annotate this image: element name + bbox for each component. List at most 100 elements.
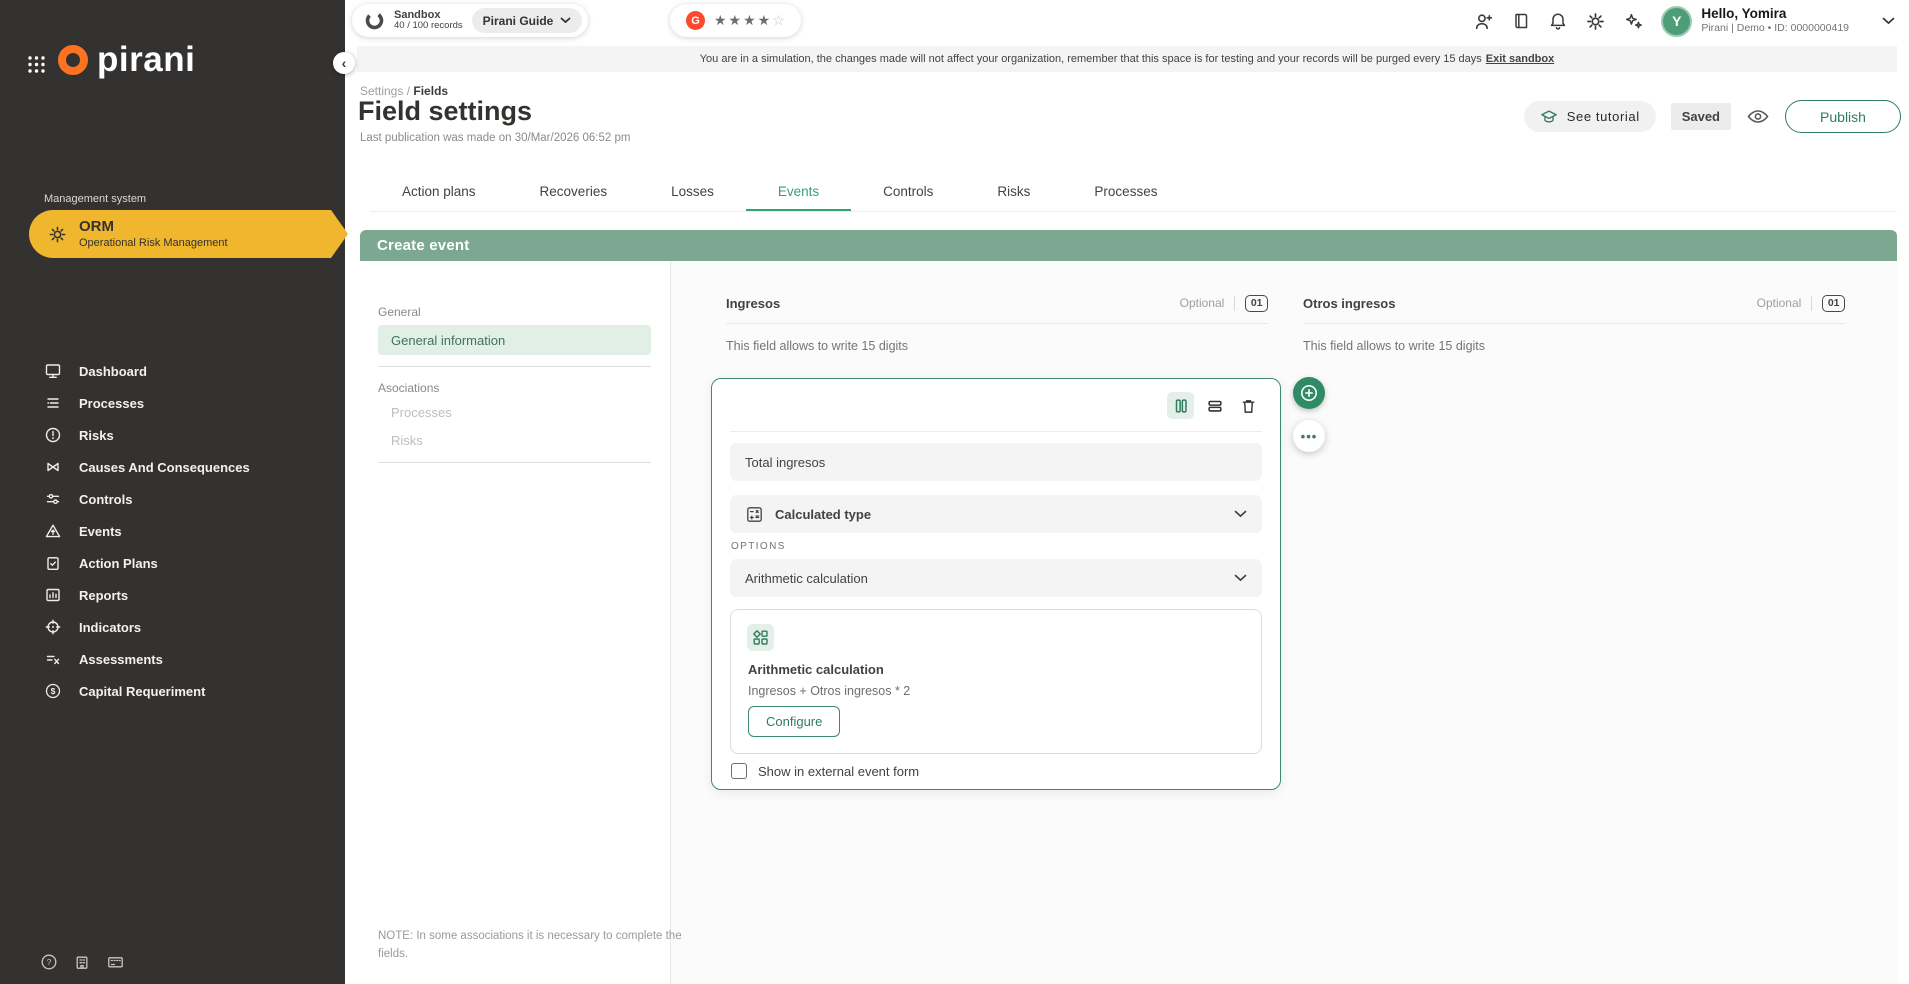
sidebar-footer: ?	[40, 953, 125, 971]
sandbox-status-pill: Sandbox 40 / 100 records Pirani Guide	[352, 4, 588, 37]
tab-controls[interactable]: Controls	[851, 178, 965, 211]
tab-recoveries[interactable]: Recoveries	[508, 178, 640, 211]
g2-rating-pill[interactable]: G ★★★★☆	[670, 4, 801, 37]
sidebar-item-action-plans[interactable]: Action Plans	[44, 554, 158, 572]
report-chart-icon	[44, 586, 62, 604]
bowtie-icon	[44, 458, 62, 476]
pirani-logo-text: pirani	[97, 42, 195, 77]
panel-item-risks[interactable]: Risks	[391, 433, 423, 448]
create-event-banner: Create event	[360, 230, 1897, 261]
svg-text:$: $	[51, 686, 56, 696]
layout-rows-button[interactable]	[1201, 392, 1228, 419]
tab-risks[interactable]: Risks	[965, 178, 1062, 211]
more-options-button[interactable]: •••	[1293, 420, 1325, 452]
sidebar-item-causes-consequences[interactable]: Causes And Consequences	[44, 458, 250, 476]
user-menu[interactable]: Y Hello, Yomira Pirani | Demo • ID: 0000…	[1661, 6, 1895, 37]
pirani-logo[interactable]: pirani	[58, 42, 195, 77]
sidebar-item-events[interactable]: Events	[44, 522, 122, 540]
dashboard-icon	[44, 362, 62, 380]
field-name-input[interactable]	[730, 443, 1262, 481]
see-tutorial-button[interactable]: See tutorial	[1524, 101, 1656, 132]
header-actions: See tutorial Saved Publish	[1524, 100, 1901, 133]
sidebar-collapse-button[interactable]: ‹	[333, 52, 355, 74]
panel-item-processes[interactable]: Processes	[391, 405, 452, 420]
ai-sparkles-icon[interactable]	[1623, 11, 1644, 32]
saved-status-badge: Saved	[1671, 103, 1731, 130]
meta-separator	[1234, 296, 1235, 311]
meta-separator	[1811, 296, 1812, 311]
warning-triangle-icon	[44, 522, 62, 540]
calculation-option-select[interactable]: Arithmetic calculation	[730, 559, 1262, 597]
calculation-formula: Ingresos + Otros ingresos * 2	[748, 684, 910, 698]
dollar-circle-icon: $	[44, 682, 62, 700]
g2-logo-icon: G	[686, 11, 705, 30]
module-name: Operational Risk Management	[79, 237, 228, 250]
plus-circle-icon	[1298, 382, 1320, 404]
sidebar-item-risks[interactable]: Risks	[44, 426, 114, 444]
preview-eye-icon[interactable]	[1746, 107, 1770, 126]
exit-sandbox-link[interactable]: Exit sandbox	[1486, 53, 1554, 65]
pirani-guide-dropdown[interactable]: Pirani Guide	[472, 8, 583, 33]
arithmetic-calculation-card: Arithmetic calculation Ingresos + Otros …	[730, 609, 1262, 754]
tab-losses[interactable]: Losses	[639, 178, 746, 211]
tab-events[interactable]: Events	[746, 178, 851, 211]
app-screen: pirani Management system ORM Operational…	[0, 0, 1909, 984]
field-description: This field allows to write 15 digits	[1303, 339, 1485, 353]
settings-gear-icon[interactable]	[1585, 11, 1606, 32]
rating-stars: ★★★★☆	[714, 12, 785, 30]
trash-icon	[1240, 397, 1257, 415]
sidebar: pirani Management system ORM Operational…	[0, 0, 345, 984]
calculation-title: Arithmetic calculation	[748, 662, 884, 677]
chevron-down-icon	[560, 17, 571, 24]
panel-item-general-information[interactable]: General information	[378, 325, 651, 355]
external-form-checkbox-row[interactable]: Show in external event form	[731, 763, 919, 779]
simulation-banner-text: You are in a simulation, the changes mad…	[700, 53, 1482, 65]
configure-button[interactable]: Configure	[748, 706, 840, 737]
sliders-icon	[44, 490, 62, 508]
sidebar-item-assessments[interactable]: Assessments	[44, 650, 163, 668]
calculation-shapes-icon	[747, 624, 774, 651]
help-icon[interactable]: ?	[40, 953, 58, 971]
layout-columns-button[interactable]	[1167, 392, 1194, 419]
app-launcher-icon[interactable]	[27, 55, 46, 74]
user-meta: Pirani | Demo • ID: 0000000419	[1701, 22, 1849, 36]
sidebar-item-capital-requirement[interactable]: $ Capital Requeriment	[44, 682, 205, 700]
field-header-otros-ingresos[interactable]: Otros ingresos Optional 01	[1303, 292, 1845, 314]
notifications-bell-icon[interactable]	[1548, 11, 1568, 31]
field-header-ingresos[interactable]: Ingresos Optional 01	[726, 292, 1268, 314]
billing-icon[interactable]	[106, 953, 125, 971]
assessment-icon	[44, 650, 62, 668]
panel-divider-line	[378, 366, 651, 367]
field-type-select[interactable]: Calculated type	[730, 495, 1262, 533]
user-greeting: Hello, Yomira	[1701, 6, 1849, 22]
processes-icon	[44, 394, 62, 412]
group-label-general: General	[378, 305, 421, 319]
module-gear-icon	[47, 224, 68, 245]
topbar-actions: Y Hello, Yomira Pirani | Demo • ID: 0000…	[1473, 0, 1895, 42]
tab-processes[interactable]: Processes	[1062, 178, 1189, 211]
sidebar-item-processes[interactable]: Processes	[44, 394, 144, 412]
pirani-logo-icon	[58, 45, 88, 75]
optional-label: Optional	[1757, 296, 1802, 310]
sidebar-item-controls[interactable]: Controls	[44, 490, 132, 508]
checkbox-unchecked[interactable]	[731, 763, 747, 779]
tab-action-plans[interactable]: Action plans	[370, 178, 508, 211]
field-editor-card: Calculated type OPTIONS Arithmetic calcu…	[711, 378, 1281, 790]
publish-button[interactable]: Publish	[1785, 100, 1901, 133]
sidebar-item-reports[interactable]: Reports	[44, 586, 128, 604]
clipboard-check-icon	[44, 554, 62, 572]
sidebar-item-indicators[interactable]: Indicators	[44, 618, 141, 636]
organization-icon[interactable]	[73, 953, 91, 971]
columns-icon	[1172, 397, 1190, 415]
library-icon[interactable]	[1511, 11, 1531, 31]
risks-icon	[44, 426, 62, 444]
add-field-button[interactable]	[1293, 377, 1325, 409]
delete-field-button[interactable]	[1235, 392, 1262, 419]
avatar: Y	[1661, 6, 1692, 37]
editor-toolbar	[1167, 392, 1262, 419]
sidebar-item-dashboard[interactable]: Dashboard	[44, 362, 147, 380]
ellipsis-icon: •••	[1301, 429, 1318, 444]
chevron-down-icon	[1234, 510, 1247, 518]
invite-user-icon[interactable]	[1473, 11, 1494, 32]
module-selector-orm[interactable]: ORM Operational Risk Management	[29, 210, 331, 258]
